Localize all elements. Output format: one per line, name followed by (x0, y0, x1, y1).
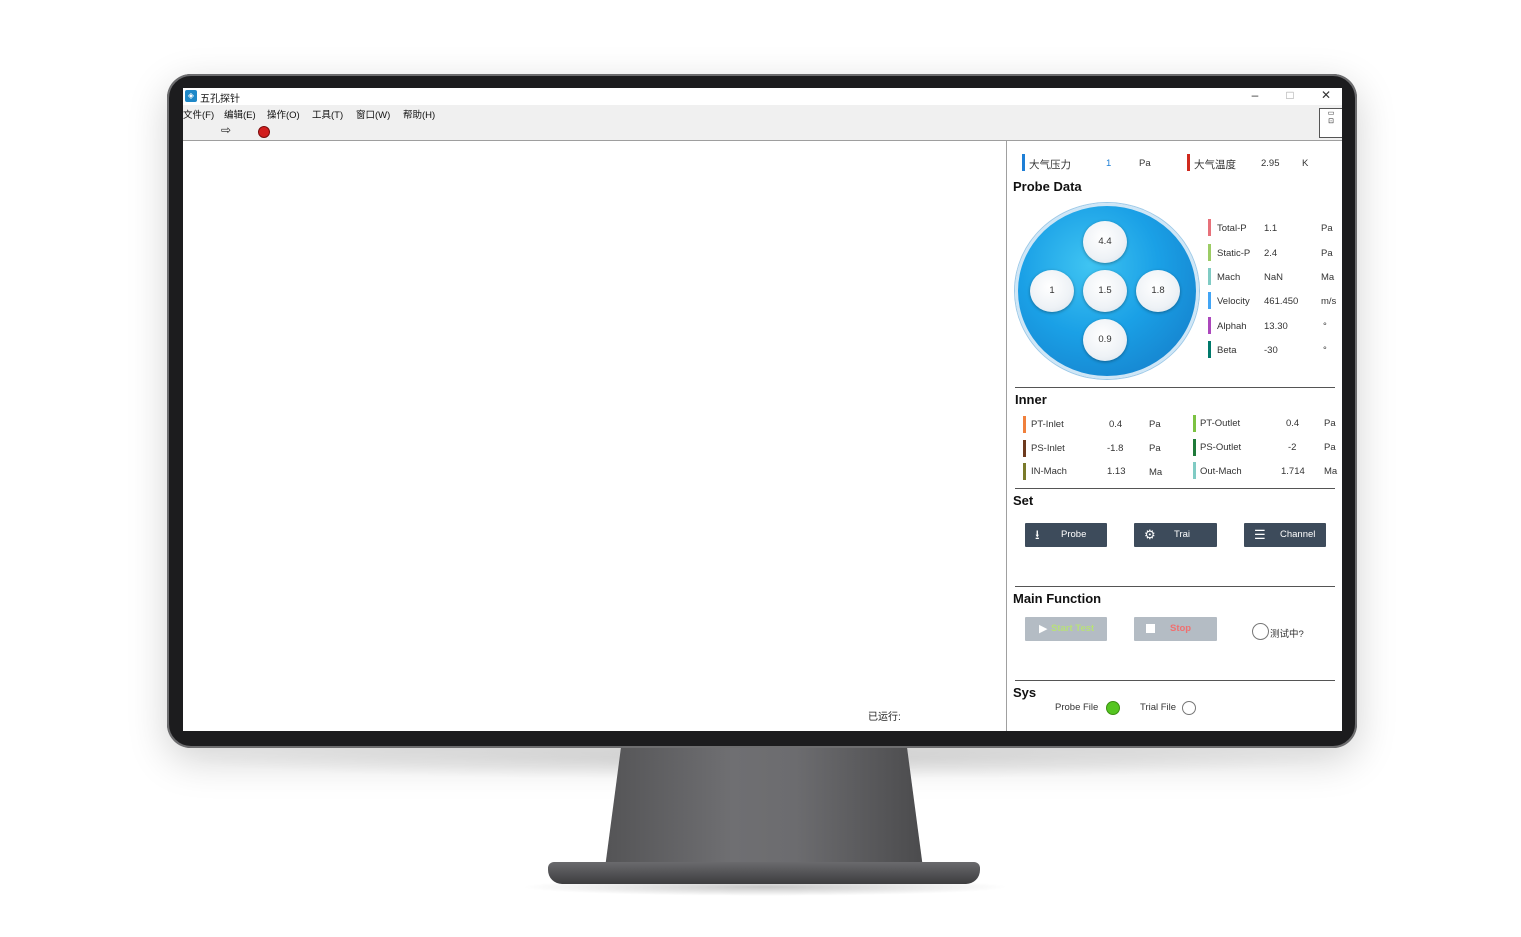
main-function-title: Main Function (1013, 591, 1102, 606)
title-bar: ◈ 五孔探针 – □ ✕ (183, 88, 1342, 105)
plot-area: 已运行: (183, 141, 1007, 731)
ps-outlet-value: -2 (1288, 442, 1297, 453)
probe-file-indicator[interactable] (1106, 701, 1120, 715)
menu-file[interactable]: 文件(F) (183, 107, 214, 121)
divider (1015, 488, 1335, 489)
in-mach-label: IN-Mach (1031, 466, 1067, 477)
probe-hole-bottom: 0.9 (1083, 319, 1127, 361)
gear-icon: ⚙ (1144, 527, 1156, 542)
probe-hole-top: 4.4 (1083, 221, 1127, 263)
in-mach-value: 1.13 (1107, 466, 1126, 477)
minimize-button[interactable]: – (1240, 88, 1270, 105)
set-title: Set (1013, 493, 1034, 508)
pt-outlet-label: PT-Outlet (1200, 418, 1241, 429)
divider (1015, 586, 1335, 587)
atm-temperature-label: 大气温度 (1194, 159, 1236, 171)
menu-tools[interactable]: 工具(T) (312, 107, 343, 121)
five-hole-probe-diagram: 4.4 1 1.5 1.8 0.9 (1015, 203, 1199, 379)
out-mach-label: Out-Mach (1200, 466, 1242, 477)
pt-outlet-value: 0.4 (1286, 418, 1300, 429)
toolbar: ⇨ (183, 121, 1342, 141)
pt-inlet-label: PT-Inlet (1031, 419, 1064, 430)
atm-pressure-unit: Pa (1139, 158, 1151, 169)
pressure-color-bar (1022, 154, 1025, 171)
trai-set-button[interactable]: ⚙ Trai (1134, 523, 1217, 547)
testing-radio[interactable] (1252, 623, 1269, 640)
trial-file-indicator[interactable] (1182, 701, 1196, 715)
window-title: 五孔探针 (200, 94, 240, 105)
atm-temperature-unit: K (1302, 158, 1309, 169)
probe-data-title: Probe Data (1013, 179, 1082, 194)
menu-bar: 文件(F) 编辑(E) 操作(O) 工具(T) 窗口(W) 帮助(H) (183, 105, 1342, 121)
maximize-button[interactable]: □ (1275, 88, 1305, 105)
pt-inlet-value: 0.4 (1109, 419, 1123, 430)
temperature-color-bar (1187, 154, 1190, 171)
atm-pressure-label: 大气压力 (1029, 159, 1071, 171)
probe-hole-right: 1.8 (1136, 270, 1180, 312)
menu-window[interactable]: 窗口(W) (356, 107, 390, 121)
download-icon: ⭳ (1035, 527, 1040, 542)
inner-title: Inner (1015, 392, 1047, 407)
out-mach-value: 1.714 (1281, 466, 1305, 477)
atm-temperature-value: 2.95 (1261, 158, 1280, 169)
play-icon: ▶ (1039, 623, 1048, 635)
sys-title: Sys (1013, 685, 1037, 700)
panel-dock-icon[interactable]: ▭ ⊡ (1319, 108, 1342, 138)
probe-file-label: Probe File (1055, 702, 1099, 713)
record-icon[interactable] (258, 126, 270, 138)
app-icon: ◈ (185, 90, 197, 102)
channel-set-button[interactable]: ☰ Channel (1244, 523, 1326, 547)
ps-inlet-value: -1.8 (1107, 443, 1124, 454)
monitor-stand-neck (605, 748, 923, 868)
trial-file-label: Trial File (1140, 702, 1177, 713)
ps-outlet-label: PS-Outlet (1200, 442, 1242, 453)
app-window: ◈ 五孔探针 – □ ✕ 文件(F) 编辑(E) 操作(O) 工具(T) 窗口(… (183, 88, 1342, 731)
start-test-button[interactable]: ▶ Start Test (1025, 617, 1107, 641)
stop-button[interactable]: Stop (1134, 617, 1217, 641)
atm-pressure-value: 1 (1106, 158, 1112, 169)
ps-inlet-label: PS-Inlet (1031, 443, 1065, 454)
runtime-label: 已运行: (868, 712, 901, 723)
probe-hole-center: 1.5 (1083, 270, 1127, 312)
close-button[interactable]: ✕ (1311, 88, 1341, 105)
monitor-stand-base (548, 862, 980, 884)
right-panel: 大气压力 1 Pa 大气温度 2.95 K Probe Data 4.4 1 1… (1007, 141, 1342, 731)
probe-set-button[interactable]: ⭳ Probe (1025, 523, 1107, 547)
run-arrow-icon[interactable]: ⇨ (219, 123, 233, 137)
stop-icon (1146, 624, 1155, 633)
sliders-icon: ☰ (1254, 527, 1266, 542)
menu-operate[interactable]: 操作(O) (267, 107, 300, 121)
probe-hole-left: 1 (1030, 270, 1074, 312)
testing-label: 测试中? (1270, 629, 1304, 640)
divider (1015, 387, 1335, 388)
divider (1015, 680, 1335, 681)
menu-help[interactable]: 帮助(H) (403, 107, 435, 121)
menu-edit[interactable]: 编辑(E) (224, 107, 256, 121)
